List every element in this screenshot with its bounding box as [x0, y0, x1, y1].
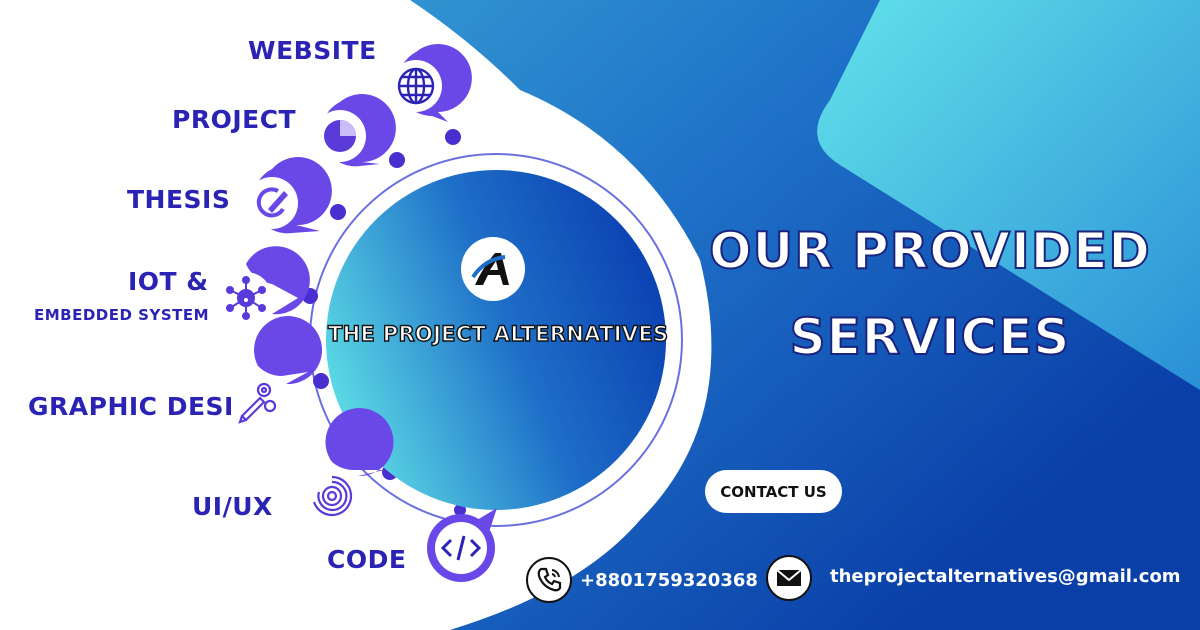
contact-us-button[interactable]: CONTACT US [705, 470, 842, 513]
envelope-icon[interactable] [766, 555, 812, 601]
phone-number[interactable]: +8801759320368 [580, 570, 758, 591]
code-icon [427, 508, 497, 582]
brand-logo [461, 237, 525, 301]
globe-icon [382, 44, 472, 123]
service-label-project: PROJECT [172, 105, 297, 134]
design-tools-icon [224, 316, 323, 434]
email-address[interactable]: theprojectalternatives@gmail.com [830, 566, 1181, 587]
service-sublabel-embedded: EMBEDDED SYSTEM [34, 306, 210, 324]
service-label-iot: IOT & [128, 267, 209, 296]
service-label-code: CODE [327, 545, 407, 574]
headline-line2: SERVICES [789, 307, 1071, 367]
phone-icon[interactable] [526, 557, 572, 603]
fingerprint-icon [298, 408, 394, 530]
service-label-website: WEBSITE [248, 36, 377, 65]
pencil-icon [238, 157, 332, 237]
service-label-thesis: THESIS [127, 185, 231, 214]
brand-name: THE PROJECT ALTERNATIVES [327, 321, 669, 346]
pie-chart-icon [306, 94, 396, 170]
brand-logo-mark [471, 253, 509, 285]
headline-line1: OUR PROVIDED [708, 221, 1151, 281]
service-label-uiux: UI/UX [192, 492, 273, 521]
